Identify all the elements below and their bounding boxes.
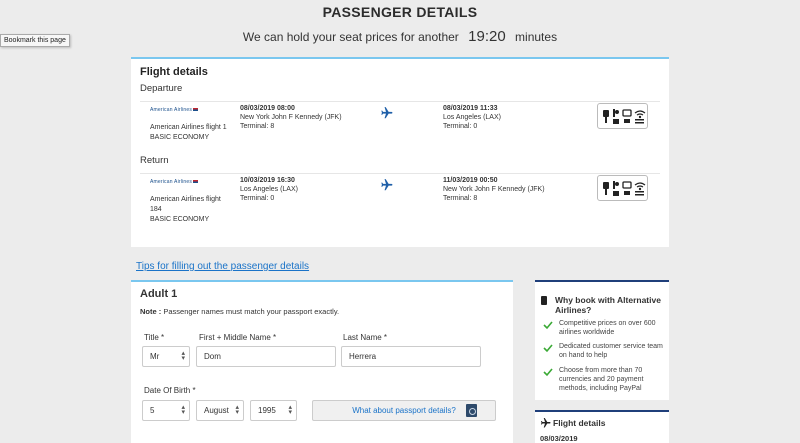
airline-logo-mark [193,108,199,112]
dob-year-select[interactable]: 1995 ▴ ▾ [250,400,297,421]
select-caret-icon: ▴ ▾ [181,404,185,416]
departure-leg: American Airlines American Airlines flig… [140,101,660,163]
passenger-heading: Adult 1 [140,288,178,300]
flight-number: American Airlines flight 1 [150,124,227,131]
departure-terminal: Terminal: 0 [240,195,275,202]
arrival-airport: New York John F Kennedy (JFK) [443,186,545,193]
countdown-timer: 19:20 [468,28,506,45]
title-value: Mr [150,352,160,361]
amenities-box[interactable] [597,175,648,201]
passenger-form: Adult 1 Note : Passenger names must matc… [131,280,513,443]
last-name-label: Last Name * [343,333,388,342]
note-text: Passenger names must match your passport… [163,307,340,316]
select-caret-icon: ▴ ▾ [181,350,185,362]
departure-label: Departure [140,83,183,94]
luggage-icon [541,296,547,305]
arrival-info: 11/03/2019 00:50 New York John F Kennedy… [443,176,545,203]
passport-details-button[interactable]: What about passport details? [312,400,496,421]
title-label: Title * [144,333,165,342]
first-name-value: Dom [204,352,221,361]
amenities-icon [603,109,646,124]
passport-note: Note : Passenger names must match your p… [140,307,339,316]
airline-logo-mark [193,180,199,184]
passport-icon [466,404,477,417]
last-name-value: Herrera [349,352,377,361]
departure-airport: New York John F Kennedy (JFK) [240,114,342,121]
bookmark-tooltip: Bookmark this page [0,34,70,47]
passport-details-label: What about passport details? [352,406,456,415]
cabin-class: BASIC ECONOMY [150,216,210,223]
select-caret-icon: ▴ ▾ [288,404,292,416]
select-caret-icon: ▴ ▾ [235,404,239,416]
flight-details-card: Flight details Departure American Airlin… [131,57,669,247]
airline-logo: American Airlines [150,179,199,185]
return-label: Return [140,155,169,166]
check-icon [543,321,553,330]
first-name-label: First + Middle Name * [199,333,277,342]
arrival-info: 08/03/2019 11:33 Los Angeles (LAX) Termi… [443,104,501,131]
departure-info: 10/03/2019 16:30 Los Angeles (LAX) Termi… [240,176,298,203]
plane-icon [381,179,393,191]
page-title: PASSENGER DETAILS [322,4,478,20]
departure-datetime: 08/03/2019 08:00 [240,105,295,112]
arrival-terminal: Terminal: 8 [443,195,478,202]
why-book-item: Dedicated customer service team on hand … [559,343,663,359]
dob-label: Date Of Birth * [144,386,196,395]
dob-year-value: 1995 [258,406,276,415]
sidebar-flight-details: Flight details 08/03/2019 [535,410,669,443]
dob-day-value: 5 [150,406,155,415]
check-icon [543,368,553,377]
flight-details-title: Flight details [140,66,208,78]
title-select[interactable]: Mr ▴ ▾ [142,346,190,367]
departure-datetime: 10/03/2019 16:30 [240,177,295,184]
seat-hold-notice: We can hold your seat prices for another… [0,28,800,45]
amenities-icon [603,181,646,196]
sidebar-flight-title: Flight details [553,418,606,428]
why-book-item: Choose from more than 70 currencies and … [559,367,644,392]
why-book-card: Why book with Alternative Airlines? Comp… [535,280,669,400]
dob-day-select[interactable]: 5 ▴ ▾ [142,400,190,421]
sidebar-flight-date: 08/03/2019 [540,434,578,443]
why-book-item: Competitive prices on over 600 airlines … [559,320,656,336]
airline-logo-text: American Airlines [150,179,193,185]
flight-number: American Airlines flight 184 [150,196,221,213]
arrival-terminal: Terminal: 0 [443,123,478,130]
plane-icon [381,107,393,119]
arrival-datetime: 11/03/2019 00:50 [443,177,498,184]
arrival-airport: Los Angeles (LAX) [443,114,501,121]
hold-text: We can hold your seat prices for another [242,30,459,44]
note-label: Note : [140,307,162,316]
tips-link[interactable]: Tips for filling out the passenger detai… [136,261,309,272]
departure-terminal: Terminal: 8 [240,123,275,130]
first-name-input[interactable]: Dom [196,346,336,367]
why-book-title: Why book with Alternative Airlines? [555,295,661,315]
arrival-datetime: 08/03/2019 11:33 [443,105,498,112]
timer-unit: minutes [515,30,558,44]
last-name-input[interactable]: Herrera [341,346,481,367]
cabin-class: BASIC ECONOMY [150,134,210,141]
airline-info: American Airlines flight 1 BASIC ECONOMY [150,123,232,143]
dob-month-select[interactable]: August ▴ ▾ [196,400,244,421]
check-icon [543,344,553,353]
departure-info: 08/03/2019 08:00 New York John F Kennedy… [240,104,342,131]
return-leg: American Airlines American Airlines flig… [140,173,660,235]
airline-logo-text: American Airlines [150,107,193,113]
departure-airport: Los Angeles (LAX) [240,186,298,193]
airline-logo: American Airlines [150,107,199,113]
plane-icon [541,418,551,428]
airline-info: American Airlines flight 184 BASIC ECONO… [150,195,232,225]
dob-month-value: August [204,406,229,415]
amenities-box[interactable] [597,103,648,129]
